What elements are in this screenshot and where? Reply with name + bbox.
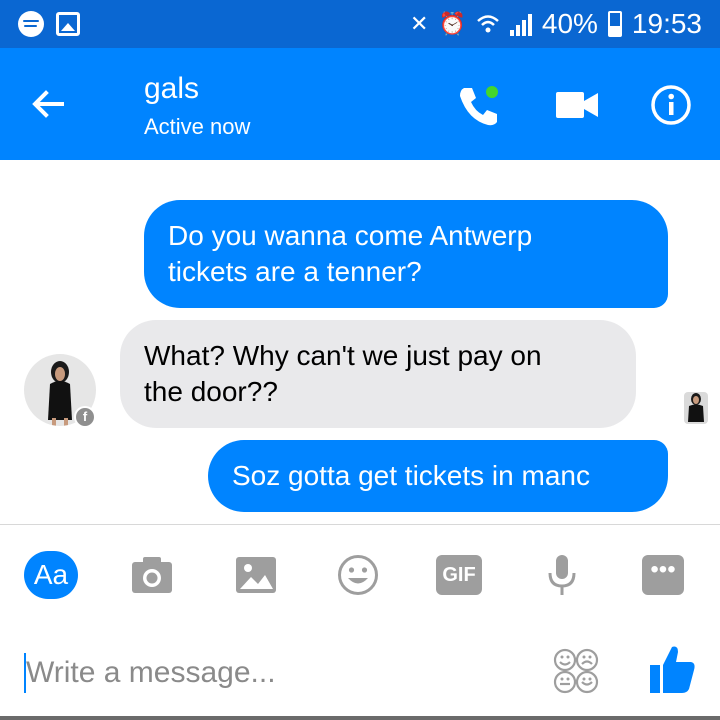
emoji-icon[interactable]: [336, 553, 380, 597]
conversation-header: gals Active now: [0, 48, 720, 160]
image-icon[interactable]: [234, 553, 278, 597]
message-bubble-incoming[interactable]: What? Why can't we just pay on the door?…: [120, 320, 636, 428]
read-receipt-avatar: [684, 392, 708, 424]
message-input[interactable]: [26, 649, 526, 697]
composer: Aa GIF •••: [0, 524, 720, 720]
gif-button[interactable]: GIF: [436, 555, 482, 595]
battery-icon: [607, 11, 622, 37]
avatar-person-photo: [48, 361, 72, 426]
conversation-title[interactable]: gals: [144, 72, 199, 106]
wifi-icon: [477, 15, 499, 33]
camera-icon[interactable]: [130, 553, 174, 597]
signal-icon: [509, 12, 532, 36]
gallery-icon: [56, 12, 80, 36]
microphone-icon[interactable]: [540, 553, 584, 597]
sticker-icon[interactable]: [552, 647, 600, 695]
alarm-icon: ⏰: [438, 11, 466, 36]
battery-percent: 40%: [541, 8, 598, 39]
read-receipt-photo: [688, 393, 704, 422]
spotify-icon: [18, 11, 44, 37]
facebook-badge-icon: f: [74, 406, 96, 428]
text-format-button[interactable]: Aa: [24, 551, 78, 599]
back-arrow-icon[interactable]: [28, 84, 68, 124]
message-bubble-outgoing[interactable]: Do you wanna come Antwerp tickets are a …: [144, 200, 668, 308]
status-bar: ✕ ⏰ 40% 19:53: [0, 0, 720, 48]
more-button[interactable]: •••: [642, 555, 684, 595]
info-icon[interactable]: [650, 84, 692, 126]
active-status: Active now: [144, 114, 251, 139]
clock: 19:53: [631, 8, 702, 39]
nav-bar-edge: [0, 716, 720, 720]
thumbs-up-icon[interactable]: [648, 643, 696, 695]
message-bubble-outgoing[interactable]: Soz gotta get tickets in manc: [208, 440, 668, 512]
battery-level: [609, 26, 620, 35]
message-list[interactable]: Do you wanna come Antwerp tickets are a …: [0, 160, 720, 524]
video-camera-icon[interactable]: [556, 88, 598, 122]
phone-icon[interactable]: [456, 82, 502, 128]
mute-icon: ✕: [410, 11, 429, 36]
